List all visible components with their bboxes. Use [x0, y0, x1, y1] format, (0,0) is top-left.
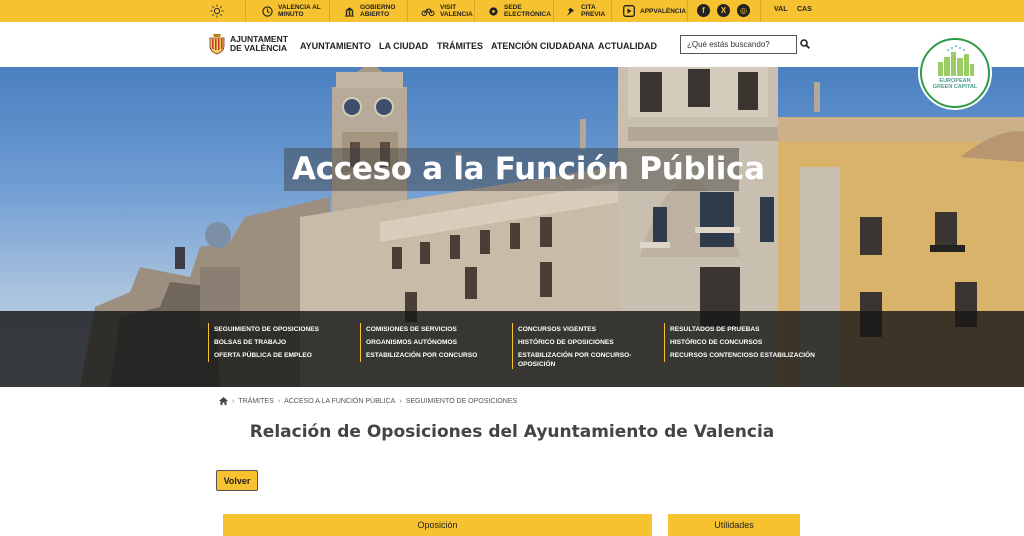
topbar-link-sede-electronica[interactable]: SEDE ELECTRÓNICA [488, 3, 551, 19]
menu-column: COMISIONES DE SERVICIOS ORGANISMOS AUTÓN… [360, 323, 477, 362]
divider [474, 0, 475, 22]
top-utility-bar: VALENCIA AL MINUTO GOBIERNO ABIERTO VISIT V… [0, 0, 1024, 22]
coat-of-arms-icon [209, 34, 225, 55]
breadcrumb: › TRÁMITES › ACCESO A LA FUNCIÓN PÚBLICA… [219, 397, 517, 405]
menu-item-estabilizacion-concurso[interactable]: ESTABILIZACIÓN POR CONCURSO [366, 349, 477, 362]
nav-la-ciudad[interactable]: LA CIUDAD [379, 41, 428, 51]
breadcrumb-tramites[interactable]: TRÁMITES [238, 398, 273, 405]
topbar-link-label: APPVALÈNCIA [640, 7, 687, 15]
page-title: Relación de Oposiciones del Ayuntamiento… [249, 422, 775, 442]
breadcrumb-separator: › [399, 397, 402, 405]
topbar-link-visit-valencia[interactable]: VISIT VALENCIA [421, 3, 473, 19]
menu-item-comisiones-servicios[interactable]: COMISIONES DE SERVICIOS [366, 323, 477, 336]
green-capital-badge[interactable]: EUROPEAN GREEN CAPITAL [920, 38, 990, 108]
sun-icon[interactable] [210, 4, 224, 18]
menu-column: RESULTADOS DE PRUEBAS HISTÓRICO DE CONCU… [664, 323, 815, 362]
menu-column: CONCURSOS VIGENTES HISTÓRICO DE OPOSICIO… [512, 323, 631, 369]
divider [611, 0, 612, 22]
divider [329, 0, 330, 22]
menu-item-concursos-vigentes[interactable]: CONCURSOS VIGENTES [518, 323, 631, 336]
menu-item-bolsas-trabajo[interactable]: BOLSAS DE TRABAJO [214, 336, 319, 349]
menu-item-seguimiento-oposiciones[interactable]: SEGUIMIENTO DE OPOSICIONES [214, 323, 319, 336]
topbar-link-label: VISIT VALENCIA [440, 4, 473, 18]
badge-subtitle: GREEN CAPITAL [932, 84, 978, 90]
language-val[interactable]: VAL [774, 6, 787, 13]
breadcrumb-current: SEGUIMIENTO DE OPOSICIONES [405, 397, 518, 405]
nav-atencion-ciudadana[interactable]: ATENCIÓN CIUDADANA [491, 41, 594, 51]
pin-icon [489, 6, 498, 16]
breadcrumb-acceso-funcion-publica[interactable]: ACCESO A LA FUNCIÓN PÚBLICA [284, 398, 395, 405]
menu-item-resultados-pruebas[interactable]: RESULTADOS DE PRUEBAS [670, 323, 815, 336]
search-icon[interactable] [800, 39, 810, 49]
nav-actualidad[interactable]: ACTUALIDAD [598, 41, 657, 51]
topbar-link-gobierno-abierto[interactable]: GOBIERNO ABIERTO [344, 3, 395, 19]
language-cas[interactable]: CAS [797, 6, 812, 13]
app-icon [623, 5, 635, 17]
breadcrumb-separator: › [277, 397, 281, 405]
menu-column: SEGUIMIENTO DE OPOSICIONES BOLSAS DE TRA… [208, 323, 319, 362]
building-icon [344, 6, 355, 17]
logo-text: AJUNTAMENT DE VALÈNCIA [230, 34, 288, 53]
bike-icon [421, 8, 435, 16]
page-hero-title: Acceso a la Función Pública [292, 151, 765, 187]
nav-tramites[interactable]: TRÁMITES [437, 41, 483, 51]
x-icon[interactable]: X [717, 4, 730, 17]
menu-item-recursos-contencioso[interactable]: RECURSOS CONTENCIOSO ESTABILIZACIÓN [670, 349, 815, 362]
divider [687, 0, 688, 22]
facebook-icon[interactable]: f [697, 4, 710, 17]
nav-ayuntamiento[interactable]: AYUNTAMIENTO [300, 41, 371, 51]
topbar-link-label: VALENCIA AL MINUTO [278, 4, 321, 18]
menu-item-estabilizacion-concurso-oposicion[interactable]: ESTABILIZACIÓN POR CONCURSO- OPOSICIÓN [518, 349, 631, 369]
divider [407, 0, 408, 22]
city-skyline-icon [938, 45, 974, 76]
divider [760, 0, 761, 22]
topbar-link-label: SEDE ELECTRÓNICA [504, 4, 551, 18]
divider [245, 0, 246, 22]
table-header-utilidades: Utilidades [668, 514, 800, 536]
topbar-link-label: GOBIERNO ABIERTO [360, 4, 396, 18]
back-button[interactable]: Volver [216, 470, 258, 491]
menu-item-oferta-publica-empleo[interactable]: OFERTA PÚBLICA DE EMPLEO [214, 349, 319, 362]
topbar-link-cita-previa[interactable]: CITA PREVIA [565, 3, 605, 19]
topbar-link-valencia-al-minuto[interactable]: VALENCIA AL MINUTO [262, 3, 321, 19]
instagram-icon[interactable]: ◎ [737, 4, 750, 17]
hand-icon [566, 7, 575, 16]
main-header: AJUNTAMENT DE VALÈNCIA AYUNTAMIENTO LA CI… [0, 22, 1024, 67]
search-input[interactable] [680, 35, 797, 54]
divider [553, 0, 554, 22]
section-menu: SEGUIMIENTO DE OPOSICIONES BOLSAS DE TRA… [0, 311, 1024, 387]
clock-icon [262, 5, 273, 17]
table-header-oposicion: Oposición [223, 514, 652, 536]
breadcrumb-separator: › [232, 397, 235, 405]
topbar-link-appvalencia[interactable]: APPVALÈNCIA [623, 3, 686, 19]
menu-item-historico-oposiciones[interactable]: HISTÓRICO DE OPOSICIONES [518, 336, 631, 349]
topbar-link-label: CITA PREVIA [581, 4, 606, 18]
city-logo[interactable]: AJUNTAMENT DE VALÈNCIA [208, 33, 288, 55]
home-icon[interactable] [219, 397, 228, 405]
menu-item-historico-concursos[interactable]: HISTÓRICO DE CONCURSOS [670, 336, 815, 349]
menu-item-organismos-autonomos[interactable]: ORGANISMOS AUTÓNOMOS [366, 336, 477, 349]
